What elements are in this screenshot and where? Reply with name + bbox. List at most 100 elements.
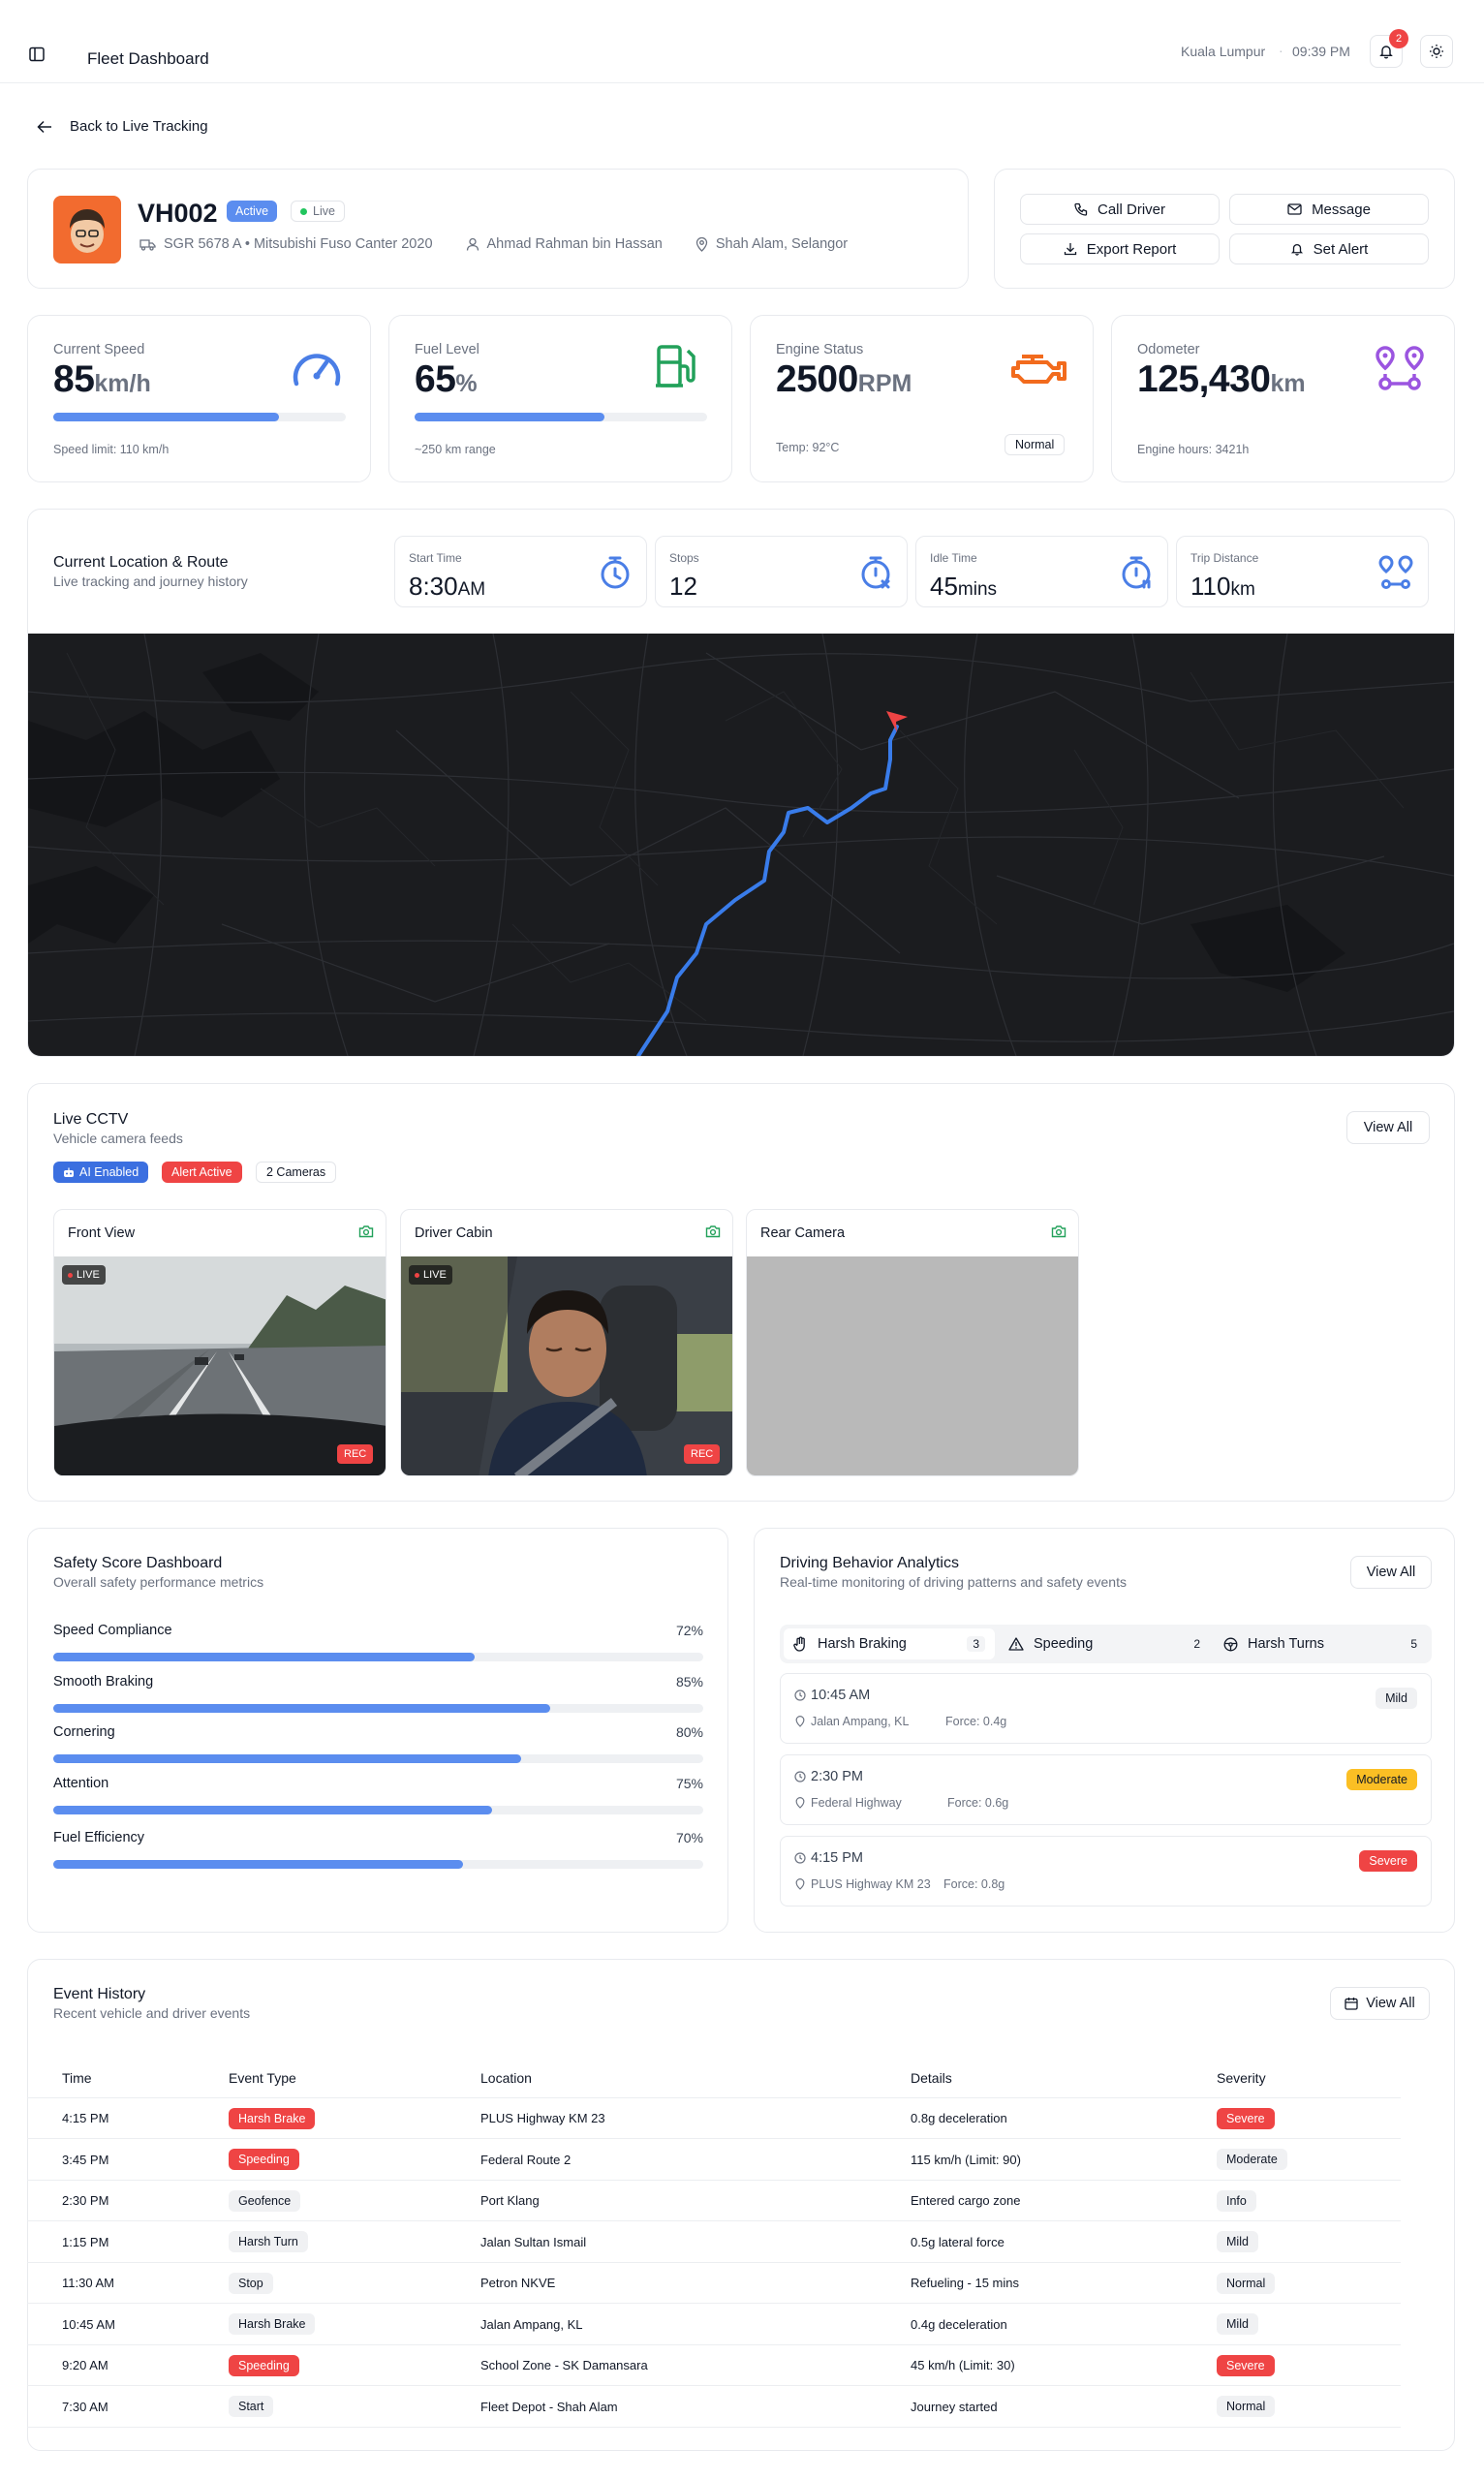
camera-icon[interactable] — [1051, 1224, 1067, 1238]
odometer-label: Odometer — [1137, 342, 1200, 357]
live-route-map[interactable] — [28, 634, 1454, 1056]
back-link[interactable]: Back to Live Tracking — [37, 118, 208, 135]
back-link-label: Back to Live Tracking — [70, 118, 208, 135]
odometer-value-row: 125,430km — [1137, 358, 1306, 401]
stops-label: Stops — [669, 551, 699, 565]
live-indicator: LIVE — [409, 1265, 452, 1285]
safety-title: Safety Score Dashboard — [53, 1555, 223, 1571]
table-row[interactable]: 2:30 PM Geofence Port Klang Entered cargo z… — [27, 2181, 1401, 2221]
event-type-badge: Start — [229, 2396, 274, 2417]
safety-metric-percent: 70% — [675, 1830, 703, 1845]
trip-distance-stat: Trip Distance 110km — [1176, 536, 1429, 607]
table-row[interactable]: 9:20 AM Speeding School Zone - SK Damansar… — [27, 2345, 1401, 2386]
camera-tile-driver[interactable]: Driver Cabin LIVE REC — [400, 1209, 733, 1476]
history-view-all-label: View All — [1366, 1996, 1415, 2011]
fuel-label: Fuel Level — [415, 342, 479, 357]
tab-label: Speeding — [1034, 1636, 1094, 1652]
clock-icon — [794, 1690, 806, 1701]
timer-icon — [601, 556, 630, 589]
cctv-view-all-button[interactable]: View All — [1346, 1111, 1430, 1144]
actions-card — [994, 169, 1455, 289]
column-header: Event Type — [229, 2069, 296, 2086]
safety-metric-label: Attention — [53, 1775, 109, 1791]
cell-details: Refueling - 15 mins — [911, 2276, 1019, 2290]
engine-unit: RPM — [857, 370, 912, 397]
stops-stat: Stops 12 — [655, 536, 908, 607]
camera-icon[interactable] — [705, 1224, 721, 1238]
table-row[interactable]: 3:45 PM Speeding Federal Route 2 115 km/h (… — [27, 2140, 1401, 2181]
severity-badge: Info — [1217, 2189, 1256, 2212]
table-row[interactable]: 11:30 AM Stop Petron NKVE Refueling - 15 mi… — [27, 2263, 1401, 2304]
column-header: Location — [480, 2069, 532, 2086]
behavior-title: Driving Behavior Analytics — [780, 1555, 959, 1571]
tab-harsh-turns[interactable]: Harsh Turns 5 — [1214, 1628, 1427, 1659]
safety-metric-label: Speed Compliance — [53, 1623, 172, 1638]
sidebar-toggle-icon[interactable] — [29, 46, 45, 62]
truck-icon — [139, 238, 156, 251]
theme-toggle-button[interactable] — [1420, 35, 1453, 68]
severity-badge: Severe — [1217, 2354, 1275, 2376]
cell-location: Fleet Depot - Shah Alam — [480, 2399, 618, 2414]
behavior-event-item[interactable]: 10:45 AM Jalan Ampang, KL Force: 0.4g Mild — [780, 1673, 1432, 1744]
vehicle-id: VH002 — [138, 199, 218, 228]
odometer-value: 125,430 — [1137, 358, 1271, 400]
behavior-view-all-button[interactable]: View All — [1350, 1556, 1432, 1589]
export-report-button[interactable]: Export Report — [1020, 233, 1220, 264]
camera-tile-rear[interactable]: Rear Camera — [746, 1209, 1079, 1476]
severity-badge: Normal — [1217, 2272, 1276, 2294]
safety-metric-bar-fill — [53, 1754, 522, 1763]
event-type-badge: Speeding — [229, 2354, 299, 2376]
tab-speeding[interactable]: Speeding 2 — [999, 1628, 1210, 1659]
safety-metric-bar — [53, 1860, 703, 1869]
status-badge: Active — [227, 201, 278, 222]
safety-metric-bar — [53, 1703, 703, 1713]
table-header: Time Event Type Location Details Severity — [27, 2058, 1401, 2098]
tab-harsh-braking[interactable]: Harsh Braking 3 — [784, 1628, 995, 1659]
driver-avatar — [53, 196, 121, 264]
header-separator: · — [1279, 43, 1283, 58]
engine-label: Engine Status — [776, 342, 864, 357]
camera-icon[interactable] — [358, 1224, 374, 1238]
tab-label: Harsh Braking — [818, 1636, 907, 1652]
idle-time-unit: mins — [957, 579, 998, 600]
cell-details: 0.4g deceleration — [911, 2316, 1007, 2332]
camera-count-badge: 2 Cameras — [256, 1162, 337, 1183]
safety-metric-bar — [53, 1754, 703, 1763]
cell-time: 3:45 PM — [62, 2152, 109, 2167]
live-label: LIVE — [77, 1269, 100, 1281]
bot-icon — [64, 1167, 74, 1177]
cctv-title: Live CCTV — [53, 1111, 129, 1128]
safety-subtitle: Overall safety performance metrics — [53, 1574, 264, 1590]
timer-off-icon — [861, 556, 890, 589]
idle-time-stat: Idle Time 45mins — [915, 536, 1168, 607]
set-alert-button[interactable]: Set Alert — [1229, 233, 1429, 264]
start-time-value-row: 8:30AM — [409, 572, 485, 602]
table-row[interactable]: 1:15 PM Harsh Turn Jalan Sultan Ismail 0.5g… — [27, 2222, 1401, 2263]
camera-tile-front[interactable]: Front View LIVE REC — [53, 1209, 386, 1476]
header-time: 09:39 PM — [1292, 44, 1350, 59]
safety-metric-percent: 75% — [675, 1775, 703, 1791]
fuel-progress-bar — [415, 413, 707, 421]
column-header: Details — [911, 2069, 952, 2086]
table-row[interactable]: 4:15 PM Harsh Brake PLUS Highway KM 23 0.8g… — [27, 2098, 1401, 2139]
behavior-event-item[interactable]: 4:15 PM PLUS Highway KM 23 Force: 0.8g Seve… — [780, 1836, 1432, 1906]
behavior-event-item[interactable]: 2:30 PM Federal Highway Force: 0.6g Moderat… — [780, 1754, 1432, 1825]
cell-details: 0.8g deceleration — [911, 2111, 1007, 2125]
event-time: 4:15 PM — [811, 1850, 863, 1866]
call-driver-button[interactable]: Call Driver — [1020, 194, 1220, 225]
history-view-all-button[interactable]: View All — [1330, 1987, 1430, 2020]
vehicle-plate-model: SGR 5678 A • Mitsubishi Fuso Canter 2020 — [164, 236, 433, 252]
idle-time-value: 45 — [930, 572, 958, 601]
table-row[interactable]: 7:30 AM Start Fleet Depot - Shah Alam Journ… — [27, 2387, 1401, 2428]
idle-time-label: Idle Time — [930, 551, 977, 565]
message-button[interactable]: Message — [1229, 194, 1429, 225]
engine-value-row: 2500RPM — [776, 358, 912, 401]
rec-badge: REC — [337, 1444, 374, 1464]
tab-count: 3 — [967, 1636, 985, 1652]
tab-count: 2 — [1193, 1637, 1200, 1651]
table-row[interactable]: 10:45 AM Harsh Brake Jalan Ampang, KL 0.4g … — [27, 2305, 1401, 2345]
cell-location: Petron NKVE — [480, 2276, 556, 2290]
history-subtitle: Recent vehicle and driver events — [53, 2005, 251, 2021]
safety-metric-bar-fill — [53, 1860, 463, 1869]
severity-badge: Severe — [1359, 1850, 1417, 1872]
